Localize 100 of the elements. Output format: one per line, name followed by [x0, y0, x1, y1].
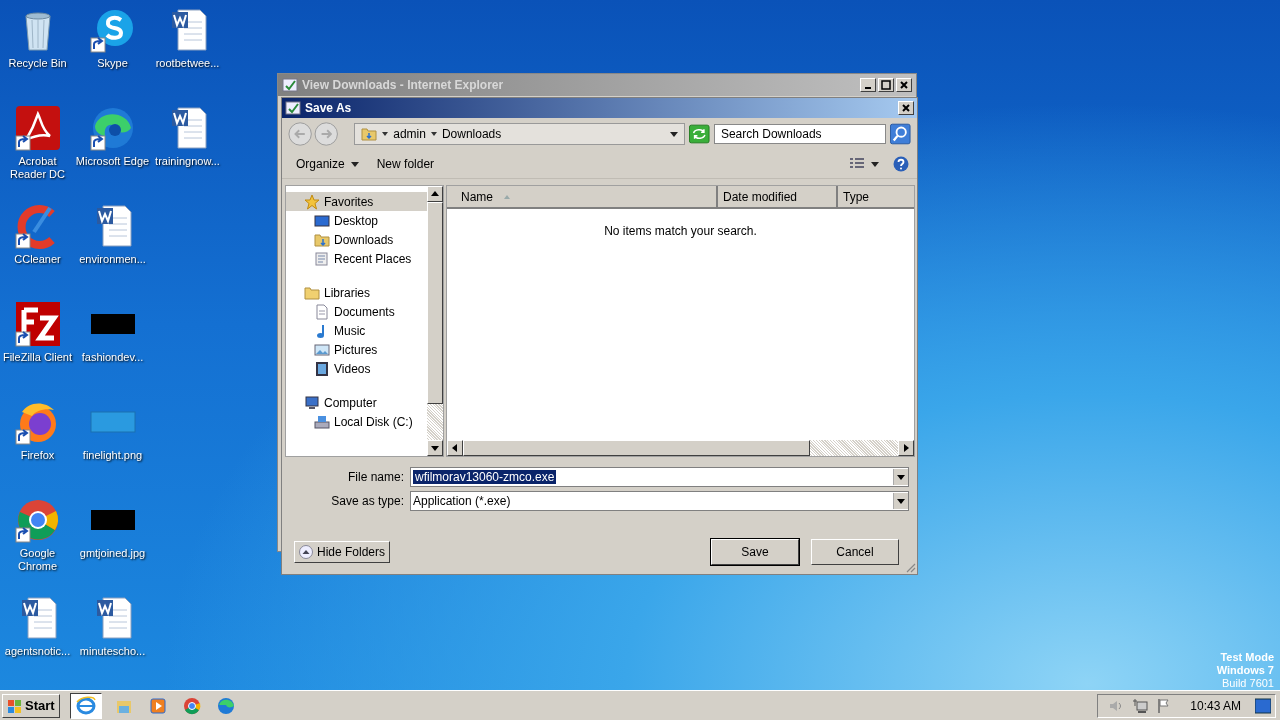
scroll-left-arrow-icon[interactable] [451, 444, 459, 452]
search-button[interactable] [890, 123, 911, 145]
app-icon[interactable] [13, 104, 62, 152]
tree-item[interactable]: Documents [286, 302, 427, 321]
tree-item[interactable]: Pictures [286, 340, 427, 359]
close-icon [899, 80, 909, 90]
icon-label: minutescho... [78, 645, 147, 658]
dropdown-arrow-icon[interactable] [670, 130, 679, 138]
maximize-icon [881, 80, 891, 90]
tree-item[interactable]: Libraries [286, 283, 427, 302]
app-icon [285, 100, 301, 116]
tree-item[interactable]: Favorites [286, 192, 427, 211]
star-icon [304, 193, 320, 210]
taskbar-app[interactable] [69, 692, 102, 719]
dropdown-arrow-icon[interactable] [897, 497, 905, 505]
folder-icon [304, 284, 320, 301]
show-desktop-icon[interactable] [1255, 697, 1271, 714]
icon-label: agentsnotic... [3, 645, 72, 658]
network-icon[interactable] [1132, 697, 1149, 714]
column-header[interactable]: Name [447, 186, 718, 207]
icon-label: CCleaner [13, 253, 62, 266]
file-type-dropdown[interactable]: Application (*.exe) [410, 491, 909, 511]
close-icon [901, 103, 911, 113]
refresh-button[interactable] [689, 124, 710, 144]
caret-icon [350, 160, 359, 168]
icon-label: Recycle Bin [7, 57, 68, 70]
tree-item[interactable]: Local Disk (C:) [286, 412, 427, 431]
dropdown-arrow-icon[interactable] [897, 473, 905, 481]
start-button[interactable]: Start [2, 693, 60, 718]
icon-label: rootbetwee... [154, 57, 221, 70]
field-label: File name: [346, 470, 404, 484]
icon-label: finelight.png [81, 449, 144, 462]
computer-icon [304, 394, 320, 411]
breadcrumb[interactable]: admin [393, 127, 426, 141]
icon-label: Google Chrome [16, 547, 59, 573]
tree-item[interactable]: Music [286, 321, 427, 340]
os-notice-text: Windows 7 [1216, 664, 1274, 677]
caret-icon[interactable] [429, 130, 438, 138]
sort-arrow-icon [503, 193, 511, 200]
tree-item[interactable]: Videos [286, 359, 427, 378]
icon-label: fashiondev... [80, 351, 145, 364]
vertical-scrollbar[interactable] [427, 186, 443, 456]
minimize-icon [865, 87, 871, 89]
app-icon [282, 77, 298, 93]
tree-item[interactable]: Computer [286, 393, 427, 412]
os-notice-text: Test Mode [1220, 651, 1274, 664]
organize-button[interactable]: Organize [290, 155, 365, 173]
app-icon[interactable] [13, 300, 62, 348]
icon-label: Microsoft Edge [75, 155, 150, 168]
icon-label: FileZilla Client [1, 351, 74, 364]
scroll-right-arrow-icon[interactable] [902, 444, 910, 452]
horizontal-scrollbar[interactable] [447, 440, 914, 456]
empty-message: No items match your search. [604, 224, 757, 238]
hide-folders-button[interactable]: Hide Folders [294, 541, 391, 563]
disk-icon [314, 413, 330, 430]
file-name-field[interactable]: wfilmorav13060-zmco.exe [410, 467, 909, 487]
help-icon[interactable] [893, 156, 909, 172]
icon-label: Firefox [19, 449, 56, 462]
videos-icon [314, 360, 330, 377]
window-title: View Downloads - Internet Explorer [302, 78, 504, 92]
icon-label: Skype [96, 57, 129, 70]
icon-label: Acrobat Reader DC [9, 155, 66, 181]
dialog-button[interactable]: Cancel [811, 539, 899, 565]
dialog-title: Save As [305, 101, 352, 115]
icon-label: gmtjoined.jpg [78, 547, 147, 560]
folder-icon [361, 126, 378, 142]
media-player-icon [147, 695, 168, 716]
desktop-icon [314, 212, 330, 229]
scrollbar-thumb[interactable] [427, 202, 443, 404]
scroll-down-arrow-icon[interactable] [431, 444, 439, 452]
documents-icon [314, 303, 330, 320]
browser-icon [181, 695, 202, 716]
icon-label: trainingnow... [154, 155, 221, 168]
pictures-icon [314, 341, 330, 358]
address-bar[interactable]: admin Downloads [354, 123, 686, 145]
tree-item[interactable]: Desktop [286, 211, 427, 230]
maximize-button[interactable] [878, 78, 894, 92]
icon-label: environmen... [78, 253, 147, 266]
breadcrumb[interactable]: Downloads [441, 127, 502, 141]
minimize-button[interactable] [860, 78, 876, 92]
search-field[interactable]: Search Downloads [713, 124, 887, 144]
clock[interactable]: 10:43 AM [1190, 698, 1241, 713]
dialog-button[interactable]: Save [711, 539, 799, 565]
new-folder-button[interactable]: New folder [370, 155, 441, 173]
tree-item[interactable]: Recent Places [286, 249, 427, 268]
resize-grip-icon[interactable] [904, 561, 916, 573]
tree-item[interactable]: Downloads [286, 230, 427, 249]
start-logo-icon [7, 697, 23, 714]
column-header[interactable]: Type [838, 186, 914, 207]
field-label: Save as type: [330, 494, 404, 508]
dropdown-arrow-icon[interactable] [871, 160, 879, 168]
downloads-icon [314, 231, 330, 248]
browser-icon [215, 695, 236, 716]
column-header[interactable]: Date modified [718, 186, 838, 207]
recent-icon [314, 250, 330, 267]
close-button[interactable] [898, 101, 914, 115]
scroll-up-arrow-icon[interactable] [431, 190, 439, 198]
scrollbar-thumb[interactable] [463, 440, 810, 456]
close-button[interactable] [896, 78, 912, 92]
caret-icon[interactable] [381, 130, 390, 138]
